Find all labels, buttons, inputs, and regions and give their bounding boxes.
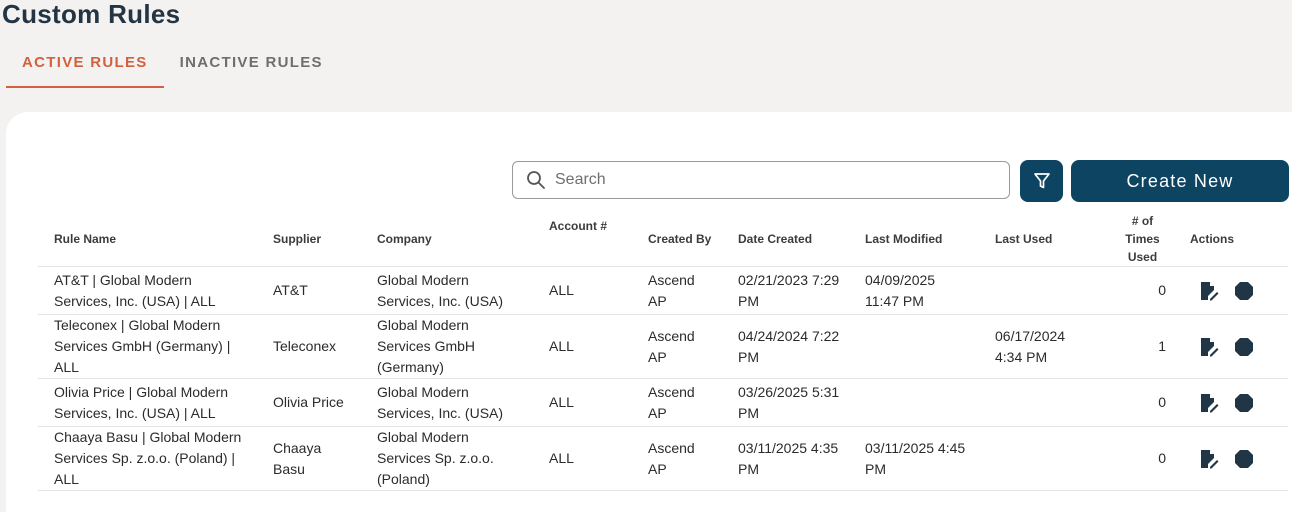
cell-company: Global Modern Services, Inc. (USA) [361, 266, 533, 315]
edit-icon[interactable] [1198, 448, 1219, 469]
cell-supplier: AT&T [257, 266, 361, 315]
cell-created-by: Ascend AP [632, 266, 722, 315]
cell-created-by: Ascend AP [632, 378, 722, 427]
search-icon [525, 169, 547, 191]
cell-account: ALL [533, 314, 632, 379]
cell-times-used: 0 [1089, 266, 1174, 315]
cell-company: Global Modern Services Sp. z.o.o. (Polan… [361, 426, 533, 491]
search-box[interactable] [512, 161, 1010, 199]
tab-inactive-rules[interactable]: INACTIVE RULES [164, 46, 339, 78]
cell-last-used [979, 378, 1089, 427]
column-header-company[interactable]: Company [361, 212, 533, 267]
cell-created-by: Ascend AP [632, 426, 722, 491]
cell-last-used [979, 426, 1089, 491]
cell-last-modified: 04/09/2025 11:47 PM [849, 266, 979, 315]
column-header-times-used[interactable]: # of Times Used [1089, 212, 1174, 267]
cell-date-created: 02/21/2023 7:29 PM [722, 266, 849, 315]
cell-last-used: 06/17/2024 4:34 PM [979, 314, 1089, 379]
page-title: Custom Rules [2, 0, 181, 29]
cell-company: Global Modern Services, Inc. (USA) [361, 378, 533, 427]
table-header-row: Rule Name Supplier Company Account # Cre… [38, 212, 1288, 267]
cell-rule-name: AT&T | Global Modern Services, Inc. (USA… [38, 266, 257, 315]
cell-actions [1174, 314, 1288, 379]
rules-table: Rule Name Supplier Company Account # Cre… [38, 212, 1288, 491]
cell-times-used: 1 [1089, 314, 1174, 379]
tab-bar: ACTIVE RULES INACTIVE RULES [6, 46, 339, 88]
cell-created-by: Ascend AP [632, 314, 722, 379]
cell-last-modified: 03/11/2025 4:45 PM [849, 426, 979, 491]
cell-rule-name: Chaaya Basu | Global Modern Services Sp.… [38, 426, 257, 491]
cell-last-modified [849, 378, 979, 427]
deactivate-icon[interactable] [1233, 448, 1254, 469]
column-header-created-by[interactable]: Created By [632, 212, 722, 267]
cell-company: Global Modern Services GmbH (Germany) [361, 314, 533, 379]
filter-button[interactable] [1020, 160, 1063, 202]
cell-supplier: Teleconex [257, 314, 361, 379]
column-header-last-modified[interactable]: Last Modified [849, 212, 979, 267]
column-header-last-used[interactable]: Last Used [979, 212, 1089, 267]
search-input[interactable] [553, 170, 997, 190]
table-row: Olivia Price | Global Modern Services, I… [38, 378, 1288, 427]
create-new-button[interactable]: Create New [1071, 160, 1289, 202]
column-header-actions: Actions [1174, 212, 1288, 267]
cell-rule-name: Teleconex | Global Modern Services GmbH … [38, 314, 257, 379]
filter-icon [1032, 171, 1052, 191]
cell-last-modified [849, 314, 979, 379]
cell-supplier: Olivia Price [257, 378, 361, 427]
cell-times-used: 0 [1089, 426, 1174, 491]
cell-supplier: Chaaya Basu [257, 426, 361, 491]
cell-actions [1174, 426, 1288, 491]
table-row: Teleconex | Global Modern Services GmbH … [38, 314, 1288, 379]
deactivate-icon[interactable] [1233, 280, 1254, 301]
cell-date-created: 03/26/2025 5:31 PM [722, 378, 849, 427]
column-header-date-created[interactable]: Date Created [722, 212, 849, 267]
cell-account: ALL [533, 266, 632, 315]
column-header-account[interactable]: Account # [533, 212, 632, 267]
cell-last-used [979, 266, 1089, 315]
cell-actions [1174, 266, 1288, 315]
cell-rule-name: Olivia Price | Global Modern Services, I… [38, 378, 257, 427]
cell-times-used: 0 [1089, 378, 1174, 427]
deactivate-icon[interactable] [1233, 336, 1254, 357]
edit-icon[interactable] [1198, 392, 1219, 413]
cell-date-created: 04/24/2024 7:22 PM [722, 314, 849, 379]
deactivate-icon[interactable] [1233, 392, 1254, 413]
edit-icon[interactable] [1198, 336, 1219, 357]
table-row: AT&T | Global Modern Services, Inc. (USA… [38, 266, 1288, 315]
cell-account: ALL [533, 378, 632, 427]
edit-icon[interactable] [1198, 280, 1219, 301]
cell-actions [1174, 378, 1288, 427]
column-header-rule-name[interactable]: Rule Name [38, 212, 257, 267]
cell-date-created: 03/11/2025 4:35 PM [722, 426, 849, 491]
tab-active-rules[interactable]: ACTIVE RULES [6, 46, 164, 88]
cell-account: ALL [533, 426, 632, 491]
table-row: Chaaya Basu | Global Modern Services Sp.… [38, 426, 1288, 491]
column-header-supplier[interactable]: Supplier [257, 212, 361, 267]
